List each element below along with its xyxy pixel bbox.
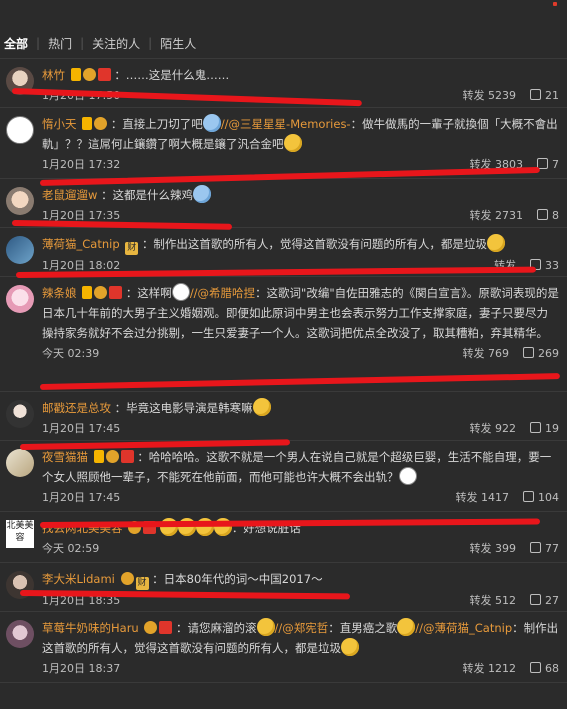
comment-item: 李大米Lidami 财 ：日本80年代的词～中国2017～ 1月20日 18:3… [0, 563, 567, 612]
verified-badge-icon [82, 286, 93, 299]
comment-time: 今天 02:59 [42, 542, 100, 555]
comment-text: ：请您麻溜的滚 [176, 621, 257, 635]
repost-button[interactable]: 转发 1417 [456, 489, 510, 505]
repost-button[interactable]: 转发 1212 [463, 660, 517, 676]
comment-time: 1月20日 17:45 [42, 491, 121, 504]
comment-text: ：这样啊 [125, 286, 172, 300]
mention-link[interactable]: //@三星星星-Memories- [221, 117, 351, 131]
mention-link[interactable]: //@薄荷猫_Catnip [415, 621, 512, 635]
medal-icon [82, 68, 96, 81]
like-button[interactable]: 269 [523, 346, 559, 360]
doge-emoji-icon [398, 467, 417, 485]
comment-text: ：这都是什么辣鸡 [101, 188, 194, 202]
like-button[interactable]: 68 [530, 661, 559, 675]
comment-time: 1月20日 17:45 [42, 422, 121, 435]
user-name[interactable]: 林竹 [42, 68, 65, 82]
user-name[interactable]: 夜雪猫猫 [42, 450, 88, 464]
comment-item: 草莓牛奶味的Haru ：请您麻溜的滚//@郑宪哲：直男癌之歌//@薄荷猫_Cat… [0, 612, 567, 683]
red-envelope-icon [97, 68, 111, 81]
tab-following[interactable]: 关注的人 [84, 35, 148, 52]
red-envelope-icon [159, 621, 173, 634]
smile-emoji-icon [283, 134, 302, 152]
mention-link[interactable]: //@希腊哈捏 [190, 286, 255, 300]
medal-icon [105, 450, 119, 463]
repost-button[interactable]: 转发 769 [463, 345, 510, 361]
medal-icon [94, 117, 108, 130]
medal-icon [144, 621, 158, 634]
comment-text: ：制作出这首歌的所有人，觉得这首歌没有问题的所有人，都是垃圾 [141, 237, 487, 251]
like-button[interactable]: 7 [537, 157, 559, 171]
user-name[interactable]: 邮戳还是总攻 [42, 401, 111, 415]
comment-time: 1月20日 18:37 [42, 662, 121, 675]
smile-emoji-icon [256, 618, 275, 636]
repost-button[interactable]: 转发 2731 [470, 207, 524, 223]
red-envelope-icon [109, 286, 123, 299]
doge-emoji-icon [171, 283, 190, 301]
tab-hot[interactable]: 热门 [40, 35, 80, 52]
comment-text: ：直接上刀切了吧 [110, 117, 203, 131]
crying-emoji-icon [202, 114, 221, 132]
avatar[interactable] [6, 400, 34, 428]
finance-badge-icon: 财 [125, 242, 139, 255]
thumbs-up-icon [523, 490, 534, 502]
comment-item: 夜雪猫猫 ：哈哈哈哈。这歌不就是一个男人在说自己就是个超级巨婴，生活不能自理，要… [0, 441, 567, 512]
avatar[interactable] [6, 449, 34, 477]
comment-time: 今天 02:39 [42, 347, 100, 360]
like-button[interactable]: 104 [523, 490, 559, 504]
comment-text: ：日本80年代的词～中国2017～ [152, 572, 323, 586]
comment-time: 1月20日 17:32 [42, 158, 121, 171]
smirk-emoji-icon [486, 234, 505, 252]
user-name[interactable]: 李大米Lidami [42, 572, 115, 586]
thumbs-up-icon [530, 421, 541, 433]
repost-button[interactable]: 转发 512 [470, 592, 517, 608]
repost-button[interactable]: 转发 922 [470, 420, 517, 436]
smirk-emoji-icon [341, 638, 359, 656]
tab-all[interactable]: 全部 [4, 35, 36, 52]
red-envelope-icon [120, 450, 134, 463]
thumbs-up-icon [530, 88, 541, 100]
like-button[interactable]: 77 [530, 541, 559, 555]
thumbs-up-icon [537, 208, 548, 220]
thumbs-up-icon [523, 346, 534, 358]
comment-text: ：毕竟这电影导演是韩寒嘛 [114, 401, 253, 415]
like-button[interactable]: 27 [530, 593, 559, 607]
avatar[interactable] [6, 116, 34, 144]
tab-strangers[interactable]: 陌生人 [152, 35, 204, 52]
avatar[interactable]: 北美美容 [6, 520, 34, 548]
user-name[interactable]: 辣条娘 [42, 286, 77, 300]
mention-link[interactable]: //@郑宪哲 [275, 621, 329, 635]
like-button[interactable]: 19 [530, 421, 559, 435]
thumbs-up-icon [530, 541, 541, 553]
smile-emoji-icon [397, 618, 416, 636]
smile-emoji-icon [252, 398, 271, 416]
thumbs-up-icon [530, 593, 541, 605]
verified-badge-icon [70, 68, 81, 81]
avatar[interactable] [6, 620, 34, 648]
user-name[interactable]: 老鼠遛遛w [42, 188, 97, 202]
top-strip [0, 0, 567, 28]
verified-badge-icon [82, 117, 93, 130]
comment-item: 邮戳还是总攻 ：毕竟这电影导演是韩寒嘛 1月20日 17:45 转发 922 19 [0, 392, 567, 441]
repost-button[interactable]: 转发 5239 [463, 87, 517, 103]
vomit-emoji-icon [193, 185, 212, 203]
medal-icon [120, 572, 134, 585]
comment-list: 林竹 ：……这是什么鬼…… 1月20日 17:50 转发 523921 惰小天 … [0, 59, 567, 683]
like-button[interactable]: 8 [537, 208, 559, 222]
verified-badge-icon [93, 450, 104, 463]
avatar[interactable] [6, 236, 34, 264]
user-name[interactable]: 薄荷猫_Catnip [42, 237, 120, 251]
avatar[interactable] [6, 187, 34, 215]
avatar[interactable] [6, 285, 34, 313]
user-name[interactable]: 惰小天 [42, 117, 77, 131]
top-indicator [553, 2, 557, 6]
thumbs-up-icon [530, 661, 541, 673]
repost-button[interactable]: 转发 399 [470, 540, 517, 556]
comment-filter-tabs: 全部 | 热门 | 关注的人 | 陌生人 [0, 28, 567, 59]
like-button[interactable]: 21 [530, 88, 559, 102]
medal-icon [94, 286, 108, 299]
comment-text: ：……这是什么鬼…… [114, 68, 230, 82]
user-name[interactable]: 草莓牛奶味的Haru [42, 621, 139, 635]
finance-badge-icon: 财 [135, 577, 149, 590]
